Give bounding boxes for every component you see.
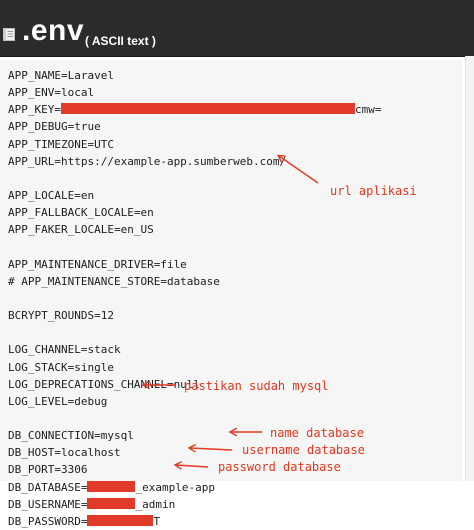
code-text: APP_ENV=local (8, 86, 95, 100)
code-line-db-username: DB_USERNAME= _admin (8, 497, 175, 513)
code-line-app-fallback-locale: APP_FALLBACK_LOCALE=en (8, 205, 154, 221)
code-line-db-password: DB_PASSWORD= T (8, 514, 160, 530)
code-text: APP_LOCALE=en (8, 189, 95, 203)
code-line-app-key: APP_KEY= cmw= (8, 102, 381, 118)
code-line-app-faker-locale: APP_FAKER_LOCALE=en_US (8, 222, 154, 238)
redaction-mark (87, 514, 154, 526)
code-text: T (153, 514, 161, 528)
annotation-db-name: name database (270, 426, 364, 440)
code-text: APP_FAKER_LOCALE=en_US (8, 223, 154, 237)
code-text: _example-app (135, 480, 215, 494)
code-line-app-url: APP_URL=https://example-app.sumberweb.co… (8, 154, 286, 170)
code-text: APP_MAINTENANCE_DRIVER=file (8, 257, 187, 271)
annotation-mysql: pastikan sudah mysql (184, 379, 329, 393)
code-line-log-stack: LOG_STACK=single (8, 360, 114, 376)
annotation-url: url aplikasi (330, 184, 417, 198)
code-text: LOG_STACK=single (8, 360, 114, 374)
code-text: APP_DEBUG=true (8, 120, 101, 134)
code-line-app-debug: APP_DEBUG=true (8, 119, 101, 135)
file-name: .env (22, 14, 85, 47)
code-text: DB_CONNECTION=mysql (8, 429, 134, 443)
code-line-db-database: DB_DATABASE= _example-app (8, 480, 215, 496)
code-text: DB_PORT=3306 (8, 463, 88, 477)
redaction-mark (60, 103, 355, 115)
code-text: LOG_LEVEL=debug (8, 394, 108, 408)
code-line-bcrypt-rounds: BCRYPT_ROUNDS=12 (8, 308, 114, 324)
code-text: APP_URL=https://example-app.sumberweb.co… (8, 154, 287, 168)
code-text: DB_USERNAME= (8, 497, 88, 511)
annotation-db-pass: password database (218, 460, 341, 474)
code-text: DB_DATABASE= (8, 480, 88, 494)
code-line-log-channel: LOG_CHANNEL=stack (8, 342, 121, 358)
code-line-db-host: DB_HOST=localhost (8, 445, 121, 461)
code-text: APP_TIMEZONE=UTC (8, 137, 114, 151)
file-type-label: ( ASCII text ) (85, 34, 156, 48)
code-line-app-locale: APP_LOCALE=en (8, 188, 94, 204)
code-text: _admin (135, 497, 176, 511)
code-text: DB_PASSWORD= (8, 514, 88, 528)
code-text: # APP_MAINTENANCE_STORE=database (8, 274, 220, 288)
code-line-app-name: APP_NAME=Laravel (8, 68, 114, 84)
code-line-log-deprecations-channel: LOG_DEPRECATIONS_CHANNEL=null (8, 377, 200, 393)
code-text: cmw= (354, 103, 382, 117)
code-view: APP_NAME=Laravel APP_ENV=local APP_KEY= cmw… (0, 60, 462, 528)
code-text: APP_KEY= (8, 103, 61, 117)
code-line-app-maintenance-driver: APP_MAINTENANCE_DRIVER=file (8, 257, 187, 273)
code-text: DB_HOST=localhost (8, 446, 121, 460)
annotation-db-user: username database (242, 443, 365, 457)
code-line-db-connection: DB_CONNECTION=mysql (8, 428, 134, 444)
code-line-app-maintenance-store: # APP_MAINTENANCE_STORE=database (8, 274, 220, 290)
code-text: LOG_CHANNEL=stack (8, 343, 121, 357)
code-line-app-env: APP_ENV=local (8, 85, 94, 101)
book-icon (3, 28, 15, 41)
code-text: BCRYPT_ROUNDS=12 (8, 309, 114, 323)
code-line-app-timezone: APP_TIMEZONE=UTC (8, 137, 114, 153)
code-text: LOG_DEPRECATIONS_CHANNEL=null (8, 377, 201, 391)
scrollbar[interactable] (465, 56, 474, 481)
redaction-mark (87, 480, 136, 492)
code-line-db-port: DB_PORT=3306 (8, 462, 87, 478)
redaction-mark (87, 497, 136, 509)
code-text: APP_NAME=Laravel (8, 69, 114, 82)
file-header: .env ( ASCII text ) (0, 0, 474, 57)
code-line-log-level: LOG_LEVEL=debug (8, 394, 107, 410)
code-text: APP_FALLBACK_LOCALE=en (8, 206, 154, 220)
